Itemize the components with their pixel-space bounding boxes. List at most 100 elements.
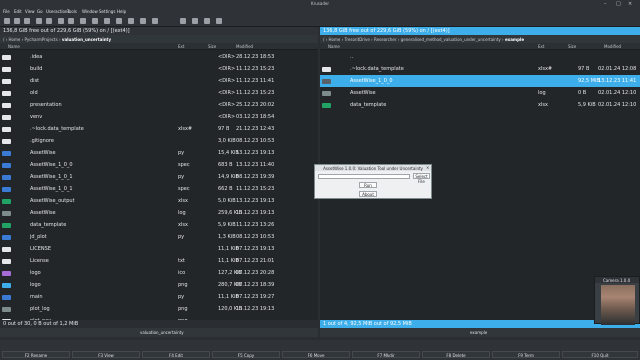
dialog-minimize-icon[interactable]: – xyxy=(419,165,421,170)
f6-move-button[interactable]: F6 Move xyxy=(282,351,350,358)
file-row[interactable]: data_template xlsx 5,9 KiB 11.12.23 13:26 xyxy=(0,219,318,231)
file-name: AssetWise_1_0_1 xyxy=(30,186,73,192)
crumb-home[interactable]: Home xyxy=(9,37,21,42)
f8-delete-button[interactable]: F8 Delete xyxy=(422,351,490,358)
file-row[interactable]: .. xyxy=(320,51,640,63)
file-row[interactable]: .gitignore 3,0 KiB 08.12.23 10:53 xyxy=(0,135,318,147)
right-breadcrumb[interactable]: / › Home › TresoritDrive › Researcher › … xyxy=(320,35,640,43)
f3-view-button[interactable]: F3 View xyxy=(72,351,140,358)
crumb-researcher[interactable]: Researcher xyxy=(374,37,396,42)
right-tab[interactable]: example xyxy=(470,330,487,335)
back-icon[interactable] xyxy=(14,18,20,24)
pack-icon[interactable] xyxy=(180,18,186,24)
col-size[interactable]: Size xyxy=(568,44,576,49)
menu-tools[interactable]: Tools xyxy=(67,9,77,14)
reload-icon[interactable] xyxy=(36,18,42,24)
file-row[interactable]: AssetWise log 259,6 KiB 13.12.23 19:13 xyxy=(0,207,318,219)
file-modified: 08.12.23 19:39 xyxy=(236,174,275,180)
file-row[interactable]: AssetWise_1_0_1 py 14,9 KiB 08.12.23 19:39 xyxy=(0,171,318,183)
file-row[interactable]: logo ico 127,2 KiB 07.12.23 20:28 xyxy=(0,267,318,279)
camera-title: Camera 1.0.0 xyxy=(595,277,639,283)
col-modified[interactable]: Modified xyxy=(236,44,253,49)
file-row[interactable]: build <DIR> 11.12.23 15:23 xyxy=(0,63,318,75)
file-size: 662 B xyxy=(218,186,233,192)
copy-icon[interactable] xyxy=(58,18,64,24)
sync-icon[interactable] xyxy=(116,18,122,24)
terminal-icon[interactable] xyxy=(92,18,98,24)
file-ext: xlsx xyxy=(178,222,188,228)
settings-icon[interactable] xyxy=(152,18,158,24)
left-breadcrumb[interactable]: / › Home › PycharmProjects › valuation_u… xyxy=(0,35,318,43)
f5-copy-button[interactable]: F5 Copy xyxy=(212,351,280,358)
file-row[interactable]: AssetWise py 15,4 KiB 13.12.23 19:13 xyxy=(0,147,318,159)
select-file-button[interactable]: Select File xyxy=(413,173,430,184)
f10-quit-button[interactable]: F10 Quit xyxy=(562,351,638,358)
file-path-field[interactable] xyxy=(318,174,410,179)
properties-icon[interactable] xyxy=(216,18,222,24)
col-ext[interactable]: Ext xyxy=(178,44,184,49)
f4-edit-button[interactable]: F4 Edit xyxy=(142,351,210,358)
menu-settings[interactable]: Settings xyxy=(99,9,115,14)
file-row[interactable]: .~lock.data_template xlsx# 97 B 21.12.23 12… xyxy=(0,123,318,135)
menu-help[interactable]: Help xyxy=(117,9,126,14)
col-ext[interactable]: Ext xyxy=(538,44,544,49)
bookmark-icon[interactable] xyxy=(128,18,134,24)
unpack-icon[interactable] xyxy=(192,18,198,24)
file-row[interactable]: dist <DIR> 11.12.23 11:41 xyxy=(0,75,318,87)
crumb-home[interactable]: Home xyxy=(329,37,341,42)
forward-icon[interactable] xyxy=(24,18,30,24)
crumb-current[interactable]: example xyxy=(505,37,524,42)
menu-go[interactable]: Go xyxy=(37,9,43,14)
close-icon[interactable]: × xyxy=(628,1,632,7)
swap-panels-icon[interactable] xyxy=(140,18,146,24)
file-row[interactable]: venv <DIR> 03.12.23 18:54 xyxy=(0,111,318,123)
paste-icon[interactable] xyxy=(68,18,74,24)
run-button[interactable]: Run xyxy=(359,182,377,188)
col-name[interactable]: Name xyxy=(328,44,340,49)
crumb-root[interactable]: / xyxy=(3,37,4,42)
menu-window[interactable]: Window xyxy=(82,9,98,14)
crumb-root[interactable]: / xyxy=(323,37,324,42)
file-row[interactable]: main py 11,1 KiB 07.12.23 19:27 xyxy=(0,291,318,303)
menu-edit[interactable]: Edit xyxy=(14,9,22,14)
crumb-pycharm[interactable]: PycharmProjects xyxy=(24,37,57,42)
col-size[interactable]: Size xyxy=(208,44,216,49)
home-icon[interactable] xyxy=(46,18,52,24)
menu-useractions[interactable]: Useractions xyxy=(46,9,70,14)
f2-rename-button[interactable]: F2 Rename xyxy=(2,351,70,358)
menu-file[interactable]: File xyxy=(3,9,10,14)
f7-mkdir-button[interactable]: F7 Mkdir xyxy=(352,351,420,358)
file-row[interactable]: presentation <DIR> 25.12.23 20:02 xyxy=(0,99,318,111)
file-row[interactable]: .~lock.data_template xlsx# 97 B 02.01.24 12… xyxy=(320,63,640,75)
file-row[interactable]: AssetWise log 0 B 02.01.24 12:10 xyxy=(320,87,640,99)
maximize-icon[interactable]: □ xyxy=(616,1,621,7)
file-row[interactable]: data_template xlsx 5,9 KiB 02.01.24 12:10 xyxy=(320,99,640,111)
col-modified[interactable]: Modified xyxy=(604,44,621,49)
edit-icon[interactable] xyxy=(204,18,210,24)
file-row-selected[interactable]: AssetWise_1_0_0 92,5 MiB 13.12.23 11:41 xyxy=(320,75,640,87)
file-row[interactable]: .idea <DIR> 28.12.23 18:53 xyxy=(0,51,318,63)
crumb-tresorit[interactable]: TresoritDrive xyxy=(344,37,369,42)
new-tab-icon[interactable] xyxy=(4,18,10,24)
file-row[interactable]: AssetWise_1_0_0 spec 683 B 13.12.23 11:40 xyxy=(0,159,318,171)
file-row[interactable]: logo png 280,7 KiB 07.12.23 18:39 xyxy=(0,279,318,291)
col-name[interactable]: Name xyxy=(8,44,20,49)
f9-term-button[interactable]: F9 Term xyxy=(492,351,560,358)
file-row[interactable]: plot_log png 120,0 KiB 13.12.23 19:13 xyxy=(0,303,318,315)
file-row[interactable]: jd_plot py 1,3 KiB 08.12.23 10:53 xyxy=(0,231,318,243)
crumb-method[interactable]: generalised_method_valuation_under_uncer… xyxy=(401,37,501,42)
compare-icon[interactable] xyxy=(104,18,110,24)
search-icon[interactable] xyxy=(80,18,86,24)
dialog-close-icon[interactable]: × xyxy=(426,165,429,170)
crumb-current[interactable]: valuation_uncertainty xyxy=(62,37,111,42)
file-row[interactable]: AssetWise_output xlsx 5,0 KiB 13.12.23 19:1… xyxy=(0,195,318,207)
left-tab[interactable]: valuation_uncertainty xyxy=(140,330,184,335)
file-row[interactable]: License txt 11,1 KiB 07.12.23 21:01 xyxy=(0,255,318,267)
file-row[interactable]: old <DIR> 11.12.23 15:23 xyxy=(0,87,318,99)
file-name: AssetWise xyxy=(30,210,56,216)
menu-view[interactable]: View xyxy=(25,9,35,14)
minimize-icon[interactable]: – xyxy=(604,1,607,7)
file-row[interactable]: LICENSE 11,1 KiB 07.12.23 19:13 xyxy=(0,243,318,255)
file-row[interactable]: AssetWise_1_0_1 spec 662 B 11.12.23 15:23 xyxy=(0,183,318,195)
about-button[interactable]: About xyxy=(359,191,377,197)
